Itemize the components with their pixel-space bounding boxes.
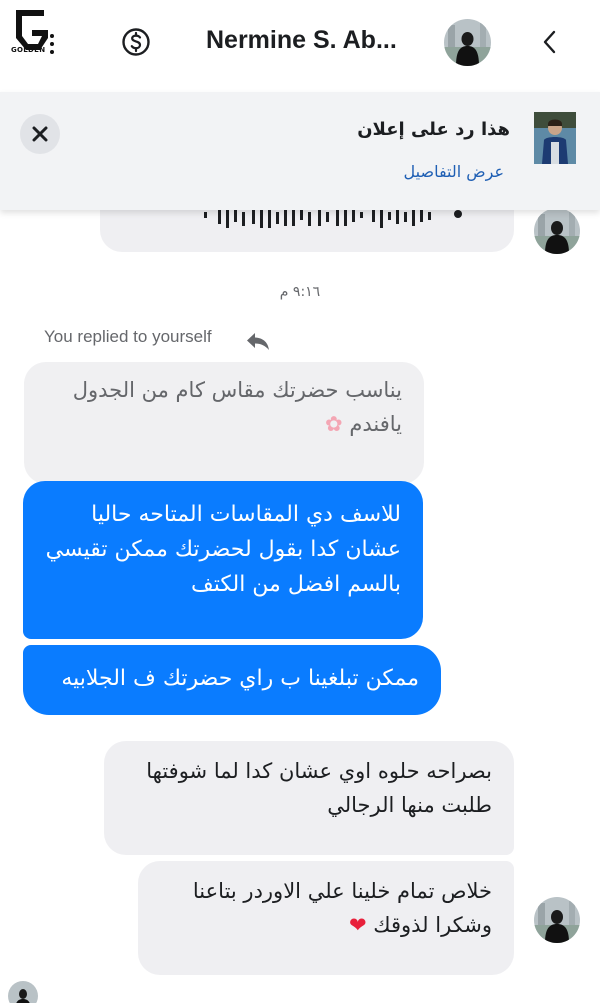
replied-label: You replied to yourself: [44, 327, 212, 346]
message-line: للاسف دي المقاسات المتاحه حاليا: [91, 502, 401, 527]
red-heart-icon: ❤: [348, 912, 367, 937]
ad-reply-banner: هذا رد على إعلان عرض التفاصيل: [0, 92, 600, 210]
seen-avatar: [8, 981, 38, 1003]
contact-name[interactable]: Nermine S. Ab...: [206, 26, 397, 55]
close-button[interactable]: [20, 114, 60, 154]
message-line: وشكرا لذوقك: [373, 912, 492, 937]
outgoing-message-bubble[interactable]: ممكن تبلغينا ب راي حضرتك ف الجلابيه: [23, 645, 441, 715]
ad-thumbnail[interactable]: [534, 112, 576, 164]
message-line: بالسم افضل من الكتف: [190, 572, 401, 598]
contact-avatar-small[interactable]: [534, 897, 580, 943]
close-icon: [32, 126, 48, 142]
logo-text: GOLDEN: [11, 46, 46, 54]
contact-avatar-small[interactable]: [534, 208, 580, 254]
view-details-link[interactable]: عرض التفاصيل: [404, 162, 504, 181]
ad-banner-title: هذا رد على إعلان: [357, 119, 510, 140]
cherry-blossom-icon: ✿: [325, 411, 343, 436]
message-line: طلبت منها الرجالي: [327, 792, 492, 817]
chevron-right-icon[interactable]: [538, 28, 562, 56]
message-line: خلاص تمام خلينا علي الاوردر بتاعنا: [192, 879, 492, 903]
message-line: بصراحه حلوه اوي عشان كدا لما شوفتها: [146, 759, 492, 783]
message-line: ممكن تبلغينا ب راي حضرتك ف الجلابيه: [61, 666, 419, 691]
outgoing-message-bubble[interactable]: للاسف دي المقاسات المتاحه حاليا عشان كدا…: [23, 481, 423, 639]
dollar-circle-icon[interactable]: [121, 27, 151, 57]
message-timestamp: ٩:١٦ م: [279, 284, 321, 300]
contact-avatar[interactable]: [444, 19, 491, 66]
quoted-message-bubble[interactable]: يناسب حضرتك مقاس كام من الجدول يافندم ✿: [24, 362, 424, 484]
incoming-message-bubble[interactable]: خلاص تمام خلينا علي الاوردر بتاعنا وشكرا…: [138, 861, 514, 975]
incoming-message-bubble[interactable]: بصراحه حلوه اوي عشان كدا لما شوفتها طلبت…: [104, 741, 514, 855]
chat-header: GOLDEN Nermine S. Ab...: [0, 0, 600, 92]
reply-arrow-icon: [247, 333, 269, 350]
quoted-message-line: يافندم: [349, 411, 402, 436]
quoted-message-line: يناسب حضرتك مقاس كام من الجدول: [72, 378, 402, 402]
message-line: عشان كدا بقول لحضرتك ممكن تقيسي: [45, 537, 401, 563]
